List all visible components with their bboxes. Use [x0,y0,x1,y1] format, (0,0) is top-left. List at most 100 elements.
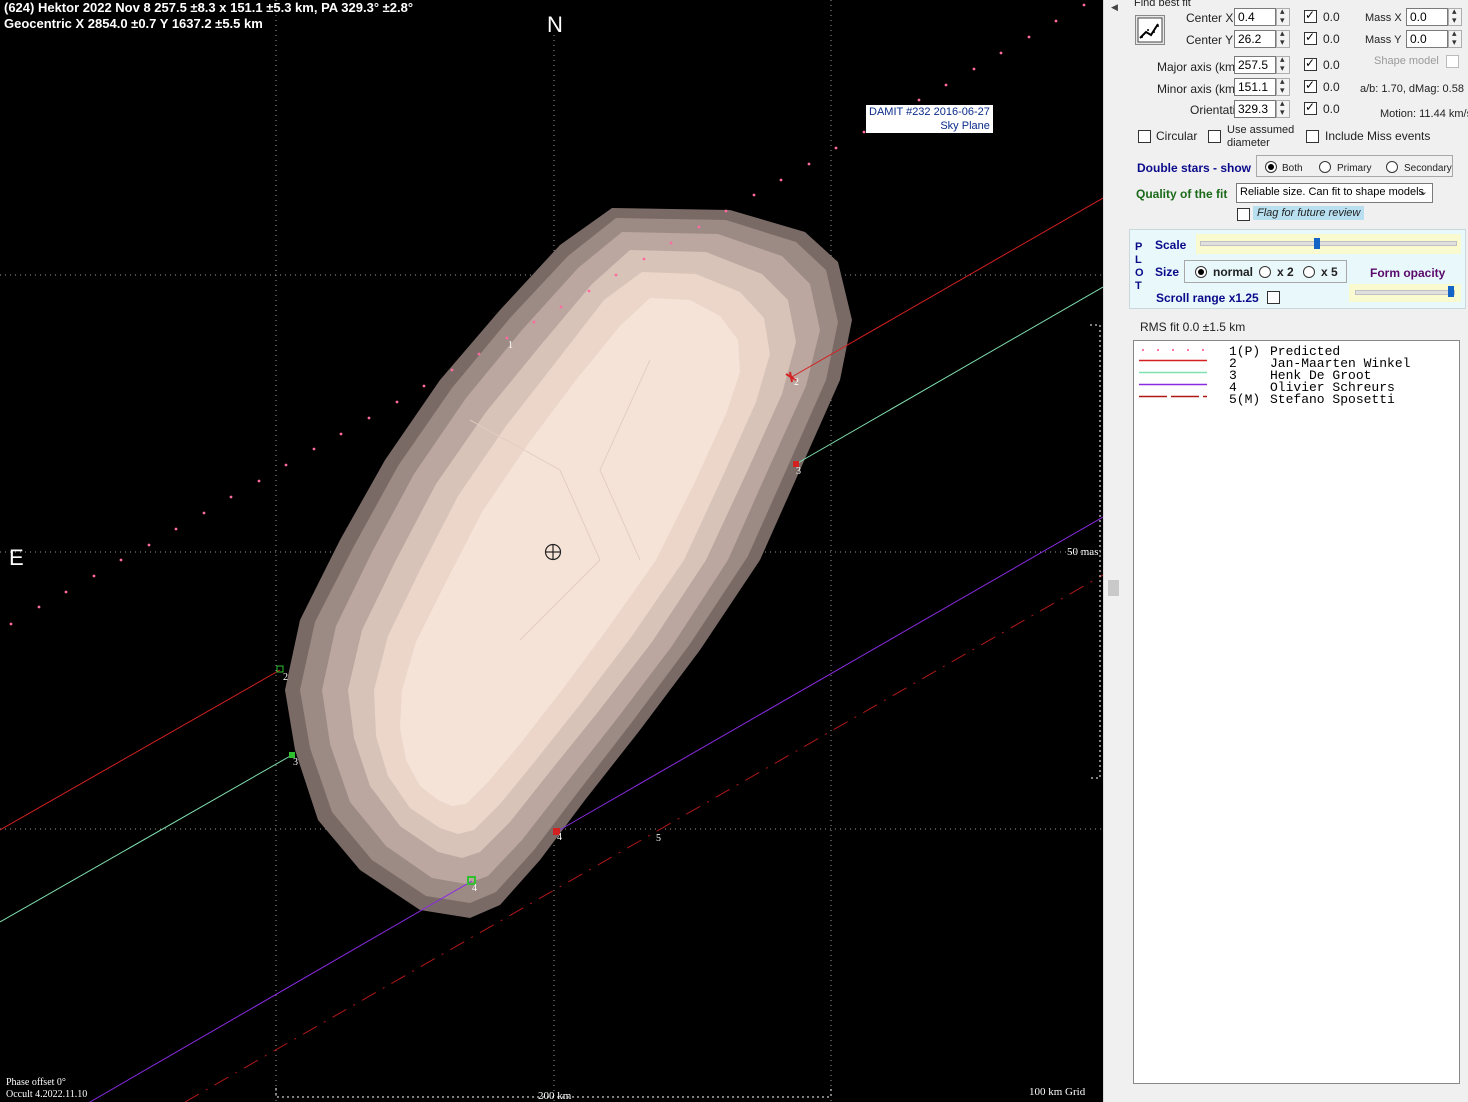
plot-letter-o: O [1135,267,1144,279]
circular-checkbox[interactable] [1138,130,1151,143]
form-opacity-track [1355,290,1455,295]
shape-model-checkbox[interactable] [1446,55,1459,68]
major-axis-input[interactable]: 257.5 [1234,56,1276,74]
scroll-thumb[interactable] [1108,580,1119,596]
scroll-range-checkbox[interactable] [1267,291,1280,304]
ds-secondary-label: Secondary [1404,163,1452,174]
chord-number: 3 [293,757,298,768]
center-x-spinner[interactable] [1276,6,1290,26]
chord-number: 4 [557,832,562,843]
motion-text: Motion: 11.44 km/s [1380,108,1468,120]
find-best-fit-label: Find best fit [1134,0,1191,9]
center-y-uncert: 0.0 [1323,32,1340,46]
form-opacity-thumb[interactable] [1448,286,1455,297]
chord-number: 1 [508,340,513,351]
mass-y-label: Mass Y [1365,34,1402,46]
orientation-spinner[interactable] [1276,98,1290,118]
legend-row: Jan-Maarten Winkel [1270,356,1410,371]
fit-control-panel: Find best fit Center X 0.4 0.0 Center Y … [1127,0,1468,1102]
north-label: N [547,12,563,37]
legend-swatch-predicted [1141,348,1205,352]
chord-number: 3 [796,466,801,477]
legend-row: 5(M) [1229,392,1260,407]
size-x2-radio[interactable] [1259,266,1271,278]
grid-label: 100 km Grid [1029,1086,1086,1098]
minor-axis-spinner[interactable] [1276,76,1290,96]
major-axis-fix-checkbox[interactable] [1304,56,1317,71]
observer-legend: 1(P) Predicted 2 Jan-Maarten Winkel 3 He… [1133,340,1460,1084]
size-x2-label: x 2 [1277,265,1294,279]
quality-select[interactable]: Reliable size. Can fit to shape models ⌄ [1236,183,1433,203]
include-miss-label: Include Miss events [1325,129,1431,143]
asteroid-shape [285,208,852,918]
mass-x-spinner[interactable] [1448,6,1462,26]
version-label: Occult 4.2022.11.10 [6,1089,88,1100]
legend-row: Predicted [1270,344,1340,359]
axis-ratio-text: a/b: 1.70, dMag: 0.58 [1360,83,1464,95]
center-crosshair-icon [544,543,562,561]
flag-review-label: Flag for future review [1253,206,1365,220]
size-label: Size [1155,265,1180,279]
form-opacity-label: Form opacity [1370,266,1446,280]
mass-x-input[interactable]: 0.0 [1406,8,1448,26]
mass-y-input[interactable]: 0.0 [1406,30,1448,48]
orientation-uncert: 0.0 [1323,102,1340,116]
center-y-input[interactable]: 26.2 [1234,30,1276,48]
geocentric-position: Geocentric X 2854.0 ±0.7 Y 1637.2 ±5.5 k… [4,16,263,31]
minor-axis-input[interactable]: 151.1 [1234,78,1276,96]
include-miss-checkbox[interactable] [1306,130,1319,143]
quality-label: Quality of the fit [1136,187,1228,201]
occultation-plot[interactable]: 1 2 2 3 3 4 4 5 (624) Hektor 2022 Nov 8 … [0,0,1103,1102]
ds-primary-label: Primary [1337,163,1372,174]
use-assumed-label: Use assumed [1227,124,1295,136]
circular-label: Circular [1156,129,1198,143]
size-normal-label: normal [1213,265,1254,279]
size-x5-radio[interactable] [1303,266,1315,278]
event-title: (624) Hektor 2022 Nov 8 257.5 ±8.3 x 151… [4,0,414,15]
mass-x-label: Mass X [1365,12,1402,24]
shape-model-label: Shape model [1374,55,1439,67]
quality-selected-value: Reliable size. Can fit to shape models [1240,186,1425,198]
minor-axis-fix-checkbox[interactable] [1304,78,1317,93]
legend-row: 2 [1229,356,1237,371]
diameter-label: diameter [1227,137,1270,149]
chord-number: 5 [656,833,661,844]
center-y-fix-checkbox[interactable] [1304,30,1317,45]
major-axis-uncert: 0.0 [1323,58,1340,72]
chord-number: 2 [283,672,288,683]
find-best-fit-button[interactable] [1135,15,1165,45]
flag-review-checkbox[interactable] [1237,208,1250,221]
size-normal-radio[interactable] [1195,266,1207,278]
major-axis-spinner[interactable] [1276,54,1290,74]
east-label: E [9,545,24,570]
scale-slider-thumb[interactable] [1314,238,1321,249]
center-x-fix-checkbox[interactable] [1304,8,1317,23]
chord-number: 4 [472,883,477,894]
fit-chart-icon [1137,17,1163,43]
orientation-input[interactable]: 329.3 [1234,100,1276,118]
center-x-input[interactable]: 0.4 [1234,8,1276,26]
minor-axis-uncert: 0.0 [1323,80,1340,94]
legend-row: 4 [1229,380,1237,395]
ds-both-label: Both [1282,163,1303,174]
ds-secondary-radio[interactable] [1386,161,1398,173]
plot-letter-t: T [1135,280,1142,292]
size-x5-label: x 5 [1321,265,1338,279]
collapse-arrow-icon[interactable]: ◀ [1111,2,1118,13]
plot-letter-l: L [1135,254,1142,266]
legend-row: Olivier Schreurs [1270,380,1395,395]
damit-plane: Sky Plane [940,120,990,132]
ds-both-radio[interactable] [1265,161,1277,173]
legend-row: Stefano Sposetti [1270,392,1395,407]
scale-slider[interactable] [1196,234,1461,254]
center-y-spinner[interactable] [1276,28,1290,48]
damit-label: DAMIT #232 2016-06-27 Sky Plane [866,105,993,133]
minor-axis-label: Minor axis (km) [1157,82,1240,96]
orientation-fix-checkbox[interactable] [1304,100,1317,115]
mass-y-spinner[interactable] [1448,28,1462,48]
form-opacity-slider[interactable] [1349,284,1461,302]
panel-splitter[interactable]: ◀ [1103,0,1128,1102]
ds-primary-radio[interactable] [1319,161,1331,173]
use-assumed-diameter-checkbox[interactable] [1208,130,1221,143]
center-y-label: Center Y [1186,33,1234,47]
